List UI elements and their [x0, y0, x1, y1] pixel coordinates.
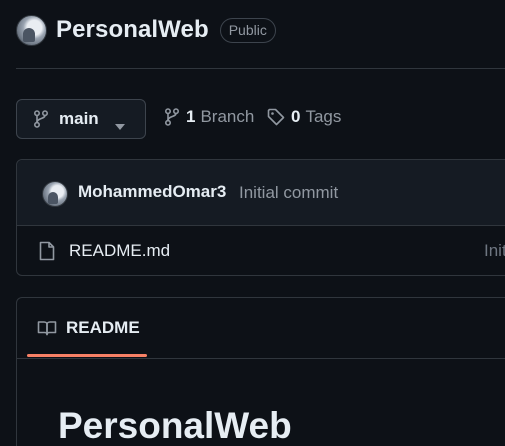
tag-count-label: Tags — [305, 107, 342, 126]
tab-readme[interactable]: README — [37, 318, 140, 338]
visibility-badge: Public — [219, 17, 276, 43]
triangle-down-icon — [115, 117, 125, 135]
branch-selector-button[interactable]: main — [16, 99, 146, 139]
file-row[interactable]: README.md Init — [17, 226, 505, 276]
file-icon — [39, 241, 55, 261]
git-branch-icon — [164, 108, 180, 126]
current-branch-label: main — [59, 109, 99, 128]
readme-heading: PersonalWeb — [58, 405, 292, 446]
tag-icon — [267, 108, 285, 126]
repo-page: PersonalWeb Public main 1 Branch 0 Tags … — [0, 0, 505, 446]
file-name-link[interactable]: README.md — [69, 241, 170, 261]
branches-link[interactable]: 1 Branch — [164, 107, 254, 127]
readme-divider — [17, 358, 505, 359]
readme-tab-label: README — [66, 318, 140, 337]
repo-title[interactable]: PersonalWeb — [56, 16, 209, 44]
git-branch-icon — [33, 110, 49, 128]
commit-author-avatar[interactable] — [42, 181, 68, 207]
branch-count-label: Branch — [200, 107, 255, 126]
commit-author-link[interactable]: MohammedOmar3 — [78, 182, 226, 202]
repo-header: PersonalWeb Public — [16, 13, 276, 47]
owner-avatar[interactable] — [16, 14, 47, 46]
file-list: MohammedOmar3 Initial commit README.md I… — [16, 159, 505, 276]
tag-count: 0 — [291, 107, 301, 126]
file-last-commit[interactable]: Init — [484, 241, 505, 261]
commit-message-link[interactable]: Initial commit — [239, 183, 338, 203]
book-icon — [37, 320, 57, 336]
header-divider — [16, 68, 505, 69]
latest-commit-row: MohammedOmar3 Initial commit — [17, 160, 505, 226]
active-tab-indicator — [27, 354, 147, 357]
tags-link[interactable]: 0 Tags — [267, 107, 341, 127]
readme-panel: README PersonalWeb — [16, 297, 505, 446]
branch-count: 1 — [186, 107, 196, 126]
